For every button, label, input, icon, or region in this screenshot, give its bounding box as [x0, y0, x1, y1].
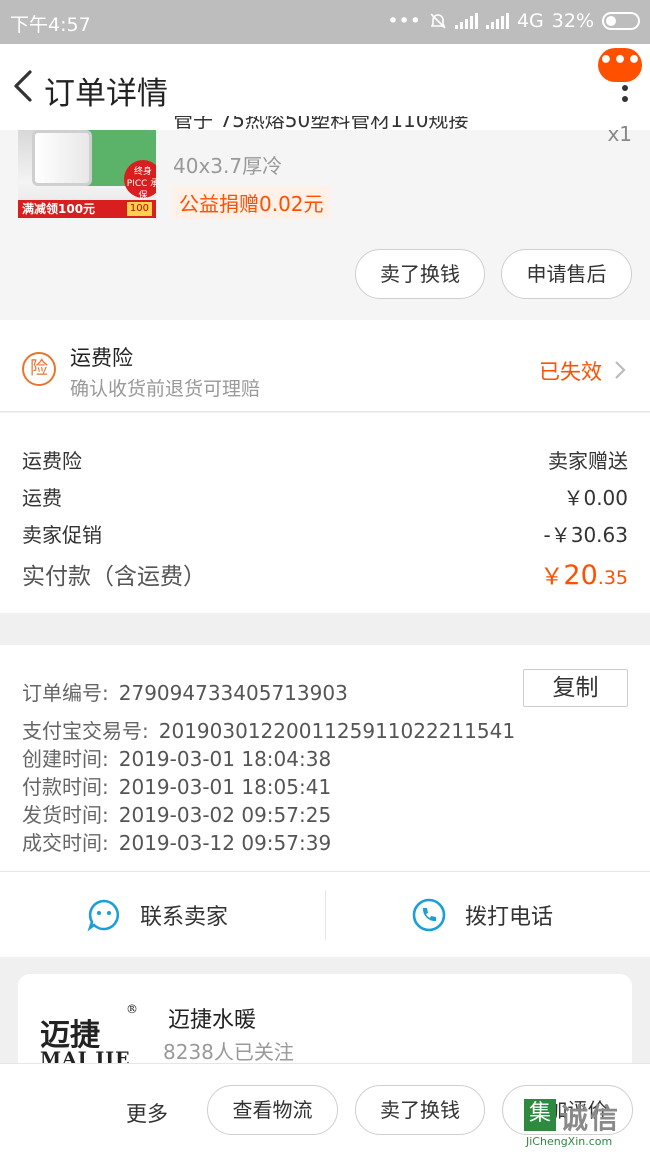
- chevron-right-icon: [615, 361, 626, 379]
- apply-aftersale-button[interactable]: 申请售后: [501, 249, 632, 299]
- thumb-strip-text: 满减领100元: [22, 202, 96, 216]
- view-logistics-button[interactable]: 查看物流: [207, 1085, 338, 1135]
- price-value: -￥30.63: [543, 523, 628, 547]
- shipped-row: 发货时间: 2019-03-02 09:57:25: [22, 803, 332, 827]
- total-value: ￥20.35: [540, 557, 628, 591]
- page-title: 订单详情: [44, 76, 168, 112]
- insurance-icon: 险: [22, 352, 56, 386]
- mute-icon: [430, 13, 446, 29]
- thumb-badge: 终身 PICC 承保: [124, 160, 156, 201]
- signal-icon: [454, 13, 478, 29]
- done-row: 成交时间: 2019-03-12 09:57:39: [22, 831, 332, 855]
- price-row-insurance: 运费险 卖家赠送: [22, 445, 628, 475]
- message-badge[interactable]: •••: [598, 48, 642, 82]
- price-row-promo: 卖家促销 -￥30.63: [22, 519, 628, 549]
- back-icon[interactable]: [10, 66, 40, 106]
- phone-icon: [412, 898, 446, 932]
- created-time: 2019-03-01 18:04:38: [118, 747, 332, 771]
- shop-followers: 8238人已关注: [163, 1040, 294, 1064]
- price-value: 卖家赠送: [548, 449, 628, 473]
- watermark-en: JiChengXin.com: [526, 1135, 613, 1148]
- contact-bar: 联系卖家 拨打电话: [0, 871, 650, 957]
- network-type: 4G: [516, 10, 544, 32]
- shipped-time: 2019-03-02 09:57:25: [118, 803, 332, 827]
- more-dots-icon: •••: [387, 10, 421, 32]
- sell-for-cash-button-bottom[interactable]: 卖了换钱: [355, 1085, 485, 1135]
- order-number: 279094733405713903: [118, 681, 348, 705]
- shop-name: 迈捷水暖: [168, 1008, 257, 1033]
- total-int: 20: [563, 560, 598, 591]
- insurance-title: 运费险: [70, 346, 133, 370]
- product-quantity: x1: [607, 122, 632, 146]
- insurance-status: 已失效: [539, 360, 602, 384]
- divider: [325, 890, 326, 940]
- product-title: 管子 75热熔50塑料管材110规接: [173, 116, 469, 132]
- alipay-row: 支付宝交易号: 2019030122001125911022211541: [22, 719, 516, 743]
- price-row-shipping: 运费 ￥0.00: [22, 482, 628, 512]
- signal-icon-2: [485, 13, 509, 29]
- total-label: 实付款（含运费）: [22, 564, 206, 590]
- product-item[interactable]: 终身 PICC 承保 满减领100元 100 管子 75热熔50塑料管材110规…: [0, 116, 650, 320]
- status-bar: 下午4:57 ••• 4G 32%: [0, 0, 650, 44]
- price-breakdown: 运费险 卖家赠送 运费 ￥0.00 卖家促销 -￥30.63 实付款（含运费） …: [0, 413, 650, 613]
- product-thumbnail[interactable]: 终身 PICC 承保 满减领100元 100: [18, 130, 156, 218]
- call-phone-label: 拨打电话: [465, 905, 554, 930]
- charity-tag: 公益捐赠0.02元: [173, 186, 330, 219]
- watermark-box: 集: [524, 1099, 556, 1131]
- status-time: 下午4:57: [10, 14, 91, 36]
- order-info: 订单编号: 279094733405713903 复制 支付宝交易号: 201903…: [0, 645, 650, 871]
- contact-seller-label: 联系卖家: [140, 905, 229, 930]
- paid-time: 2019-03-01 18:05:41: [118, 775, 332, 799]
- copy-button[interactable]: 复制: [523, 669, 628, 707]
- thumb-strip: 满减领100元 100: [18, 200, 156, 218]
- price-label: 卖家促销: [22, 523, 102, 547]
- thumb-strip-tag: 100: [126, 202, 152, 216]
- battery-icon: [602, 12, 640, 30]
- shop-logo-reg: ®: [126, 1002, 138, 1016]
- sell-for-cash-button[interactable]: 卖了换钱: [355, 249, 485, 299]
- done-time: 2019-03-12 09:57:39: [118, 831, 332, 855]
- price-row-total: 实付款（含运费） ￥20.35: [22, 557, 628, 595]
- status-icons: ••• 4G 32%: [387, 10, 640, 32]
- insurance-desc: 确认收货前退货可理赔: [70, 378, 261, 400]
- paid-row: 付款时间: 2019-03-01 18:05:41: [22, 775, 332, 799]
- alipay-number: 2019030122001125911022211541: [158, 719, 516, 743]
- total-symbol: ￥: [540, 564, 564, 590]
- chat-icon: [87, 899, 120, 932]
- shipping-insurance-row[interactable]: 险 运费险 确认收货前退货可理赔 已失效: [0, 320, 650, 412]
- created-row: 创建时间: 2019-03-01 18:04:38: [22, 747, 332, 771]
- call-phone-button[interactable]: 拨打电话: [411, 872, 553, 958]
- thumb-pipe: [32, 130, 92, 186]
- product-spec: 40x3.7厚冷: [173, 154, 283, 178]
- price-value: ￥0.00: [563, 486, 628, 510]
- battery-percent: 32%: [551, 10, 594, 32]
- watermark-cn: 诚信: [560, 1102, 621, 1135]
- order-number-row: 订单编号: 279094733405713903: [22, 681, 348, 705]
- price-label: 运费: [22, 486, 62, 510]
- contact-seller-button[interactable]: 联系卖家: [86, 872, 228, 958]
- total-dec: .35: [597, 567, 628, 589]
- more-button[interactable]: 更多: [126, 1098, 168, 1128]
- watermark: 集 诚信 JiChengXin.com: [524, 1097, 644, 1149]
- price-label: 运费险: [22, 449, 82, 473]
